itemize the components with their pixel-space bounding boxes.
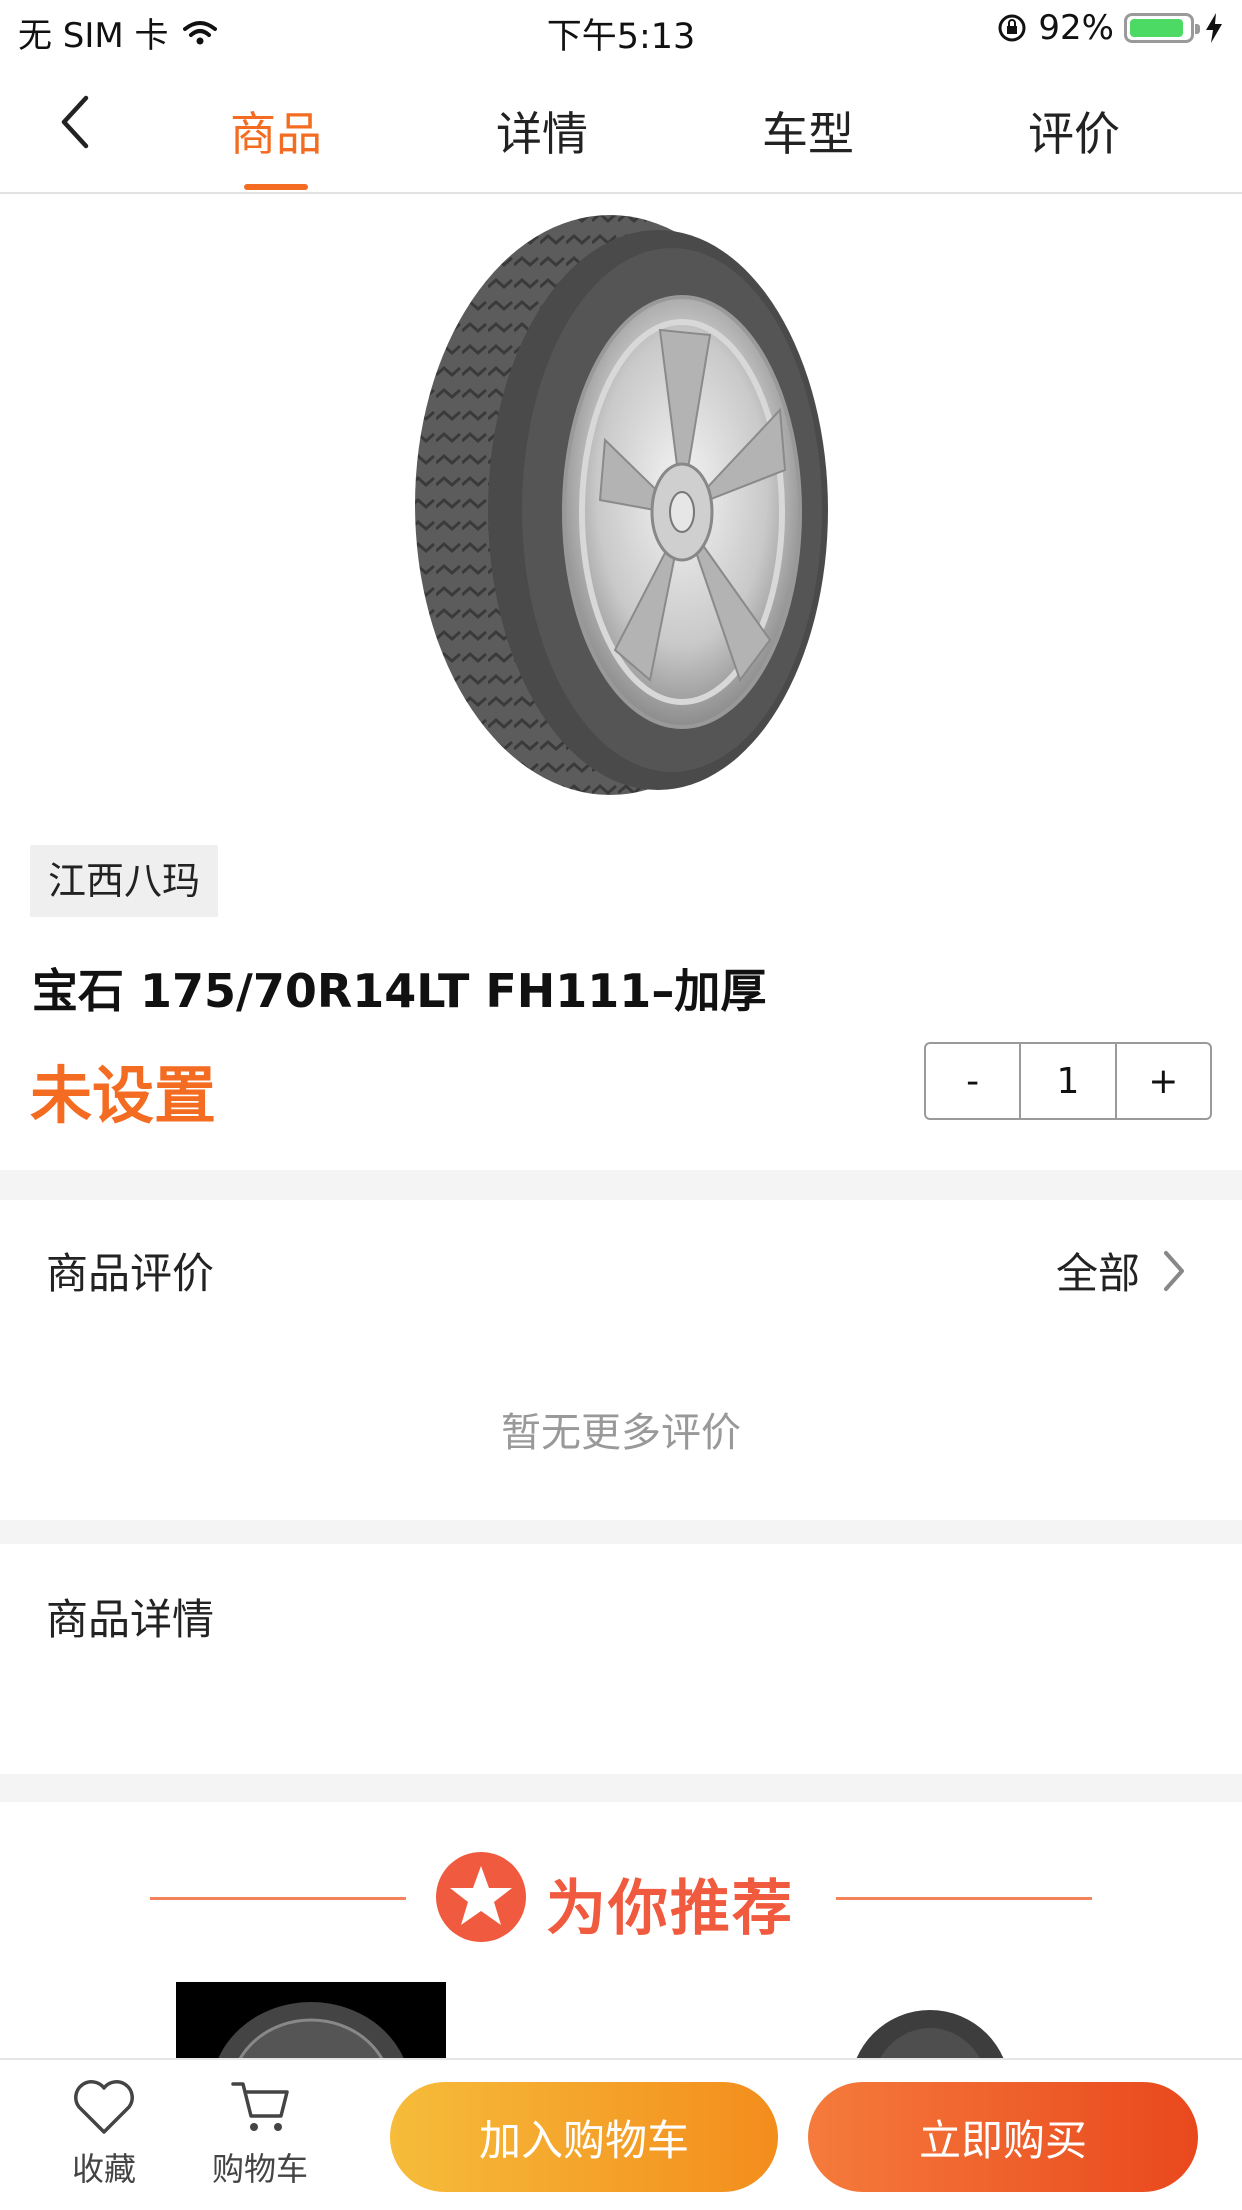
- recommend-title: 为你推荐: [546, 1874, 794, 1944]
- recommend-badge: [436, 1852, 526, 1942]
- tire-thumbnail: [856, 2010, 1004, 2058]
- cart-label: 购物车: [211, 2150, 308, 2188]
- section-divider: [0, 1520, 1242, 1544]
- heart-icon: [74, 2080, 134, 2134]
- decrease-quantity-button[interactable]: -: [926, 1044, 1019, 1118]
- buy-now-button[interactable]: 立即购买: [808, 2082, 1198, 2192]
- see-all-reviews-link[interactable]: 全部: [1056, 1240, 1186, 1301]
- battery-icon: [1124, 13, 1200, 43]
- product-image: [410, 210, 830, 800]
- top-nav: 商品 详情 车型 评价: [0, 62, 1242, 194]
- tab-reviews[interactable]: 评价: [994, 98, 1154, 164]
- tab-bar: 商品 详情 车型 评价: [180, 62, 1202, 192]
- increase-quantity-button[interactable]: +: [1117, 1044, 1210, 1118]
- section-divider: [0, 1774, 1242, 1802]
- star-icon: [450, 1866, 512, 1925]
- tab-details[interactable]: 详情: [462, 98, 622, 164]
- tire-thumbnail: [218, 2002, 404, 2058]
- see-all-label: 全部: [1055, 1249, 1140, 1298]
- section-divider: [0, 1170, 1242, 1200]
- quantity-stepper: - 1 +: [924, 1042, 1212, 1120]
- quantity-value[interactable]: 1: [1019, 1044, 1117, 1118]
- product-title: 宝石 175/70R14LT FH111–加厚: [32, 964, 767, 1018]
- active-tab-indicator: [244, 184, 308, 190]
- rotation-lock-icon: [998, 14, 1026, 42]
- status-right: 92%: [996, 8, 1224, 48]
- tab-models[interactable]: 车型: [728, 98, 888, 164]
- shopping-cart-icon: [231, 2082, 289, 2131]
- status-bar: 无 SIM 卡 下午5:13 92%: [0, 0, 1242, 62]
- chevron-right-icon: [1164, 1250, 1184, 1291]
- brand-tag: 江西八玛: [30, 845, 219, 917]
- recommend-line-left: [150, 1897, 406, 1900]
- tab-product[interactable]: 商品: [196, 98, 356, 164]
- battery-fill: [1130, 19, 1184, 37]
- battery-percent: 92%: [1038, 8, 1114, 48]
- recommend-line-right: [836, 1897, 1092, 1900]
- charging-icon: [1206, 13, 1222, 43]
- cart-button[interactable]: 购物车: [200, 2076, 320, 2190]
- recommended-product-image[interactable]: [840, 2000, 1020, 2058]
- product-price: 未设置: [30, 1059, 217, 1132]
- back-button[interactable]: [50, 92, 110, 152]
- bottom-action-bar: 收藏 购物车 加入购物车 立即购买: [0, 2058, 1242, 2210]
- chevron-left-icon: [61, 95, 89, 149]
- recommended-product-image[interactable]: [176, 1982, 446, 2058]
- add-to-cart-button[interactable]: 加入购物车: [390, 2082, 778, 2192]
- details-section-title: 商品详情: [46, 1595, 215, 1644]
- empty-reviews-text: 暂无更多评价: [501, 1410, 741, 1456]
- favorite-button[interactable]: 收藏: [44, 2076, 164, 2190]
- favorite-label: 收藏: [71, 2150, 136, 2188]
- tire-image: [415, 215, 828, 795]
- recommend-header: 为你推荐: [0, 1850, 1242, 1950]
- reviews-section-title: 商品评价: [46, 1249, 215, 1298]
